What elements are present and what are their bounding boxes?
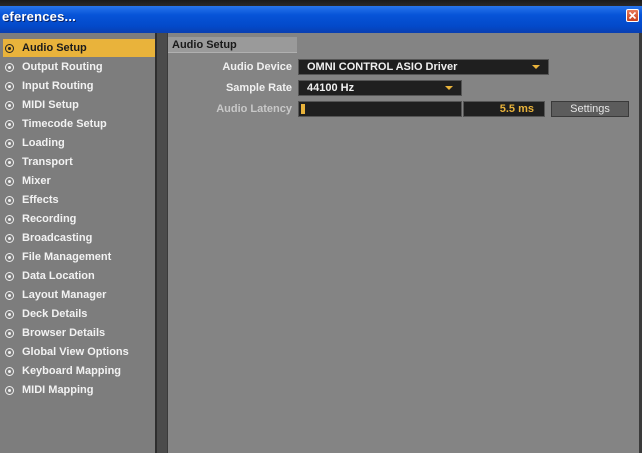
sidebar-item-label: Timecode Setup xyxy=(22,118,107,130)
sidebar-item-input-routing[interactable]: Input Routing xyxy=(0,77,155,95)
sidebar-item-layout-manager[interactable]: Layout Manager xyxy=(0,286,155,304)
audio-device-value: OMNI CONTROL ASIO Driver xyxy=(307,61,458,73)
sidebar-item-keyboard-mapping[interactable]: Keyboard Mapping xyxy=(0,362,155,380)
sidebar-item-label: MIDI Setup xyxy=(22,99,79,111)
bullet-dot xyxy=(8,331,11,335)
radio-bullet-icon xyxy=(5,233,14,243)
radio-bullet-icon xyxy=(5,176,14,186)
sidebar-item-deck-details[interactable]: Deck Details xyxy=(0,305,155,323)
sidebar-item-mixer[interactable]: Mixer xyxy=(0,172,155,190)
radio-bullet-icon xyxy=(5,195,14,205)
audio-latency-label: Audio Latency xyxy=(216,103,292,115)
sidebar-item-effects[interactable]: Effects xyxy=(0,191,155,209)
sidebar-item-label: Global View Options xyxy=(22,346,129,358)
bullet-dot xyxy=(8,198,11,202)
sidebar-item-file-management[interactable]: File Management xyxy=(0,248,155,266)
sidebar-item-midi-setup[interactable]: MIDI Setup xyxy=(0,96,155,114)
chevron-down-icon xyxy=(532,65,540,69)
title-bar[interactable]: eferences... xyxy=(0,0,642,33)
sidebar-item-label: Transport xyxy=(22,156,73,168)
bullet-dot xyxy=(8,141,11,145)
sidebar-item-label: Mixer xyxy=(22,175,51,187)
sidebar-item-label: Layout Manager xyxy=(22,289,107,301)
chevron-down-icon xyxy=(445,86,453,90)
bullet-dot xyxy=(8,369,11,373)
sidebar-item-label: Broadcasting xyxy=(22,232,93,244)
radio-bullet-icon xyxy=(5,138,14,148)
radio-bullet-icon xyxy=(5,62,14,72)
window-title: eferences... xyxy=(2,9,76,24)
audio-latency-level xyxy=(301,104,305,114)
bullet-dot xyxy=(8,217,11,221)
close-button[interactable] xyxy=(626,9,639,22)
latency-settings-button[interactable]: Settings xyxy=(551,101,629,117)
sidebar-item-label: Recording xyxy=(22,213,77,225)
sidebar-item-label: File Management xyxy=(22,251,112,263)
bullet-dot xyxy=(8,274,11,278)
preferences-window: eferences... Audio Setup Output Routing In… xyxy=(0,0,642,453)
bullet-dot xyxy=(8,236,11,240)
sidebar-item-audio-setup[interactable]: Audio Setup xyxy=(3,39,155,57)
radio-bullet-icon xyxy=(5,119,14,129)
bullet-dot xyxy=(8,46,11,50)
audio-latency-slider[interactable] xyxy=(298,101,462,117)
bullet-dot xyxy=(8,122,11,126)
sidebar-item-label: Output Routing xyxy=(22,61,103,73)
sidebar-item-label: Data Location xyxy=(22,270,95,282)
radio-bullet-icon xyxy=(5,347,14,357)
radio-bullet-icon xyxy=(5,100,14,110)
radio-bullet-icon xyxy=(5,385,14,395)
bullet-dot xyxy=(8,65,11,69)
sidebar-divider xyxy=(157,33,167,453)
preferences-sidebar: Audio Setup Output Routing Input Routing MI… xyxy=(0,33,157,453)
bullet-dot xyxy=(8,312,11,316)
radio-bullet-icon xyxy=(5,43,14,53)
sample-rate-value: 44100 Hz xyxy=(307,82,355,94)
radio-bullet-icon xyxy=(5,81,14,91)
title-bar-top-edge xyxy=(0,0,642,6)
sidebar-item-recording[interactable]: Recording xyxy=(0,210,155,228)
sidebar-item-loading[interactable]: Loading xyxy=(0,134,155,152)
sidebar-item-label: Deck Details xyxy=(22,308,88,320)
sidebar-item-label: Loading xyxy=(22,137,65,149)
close-icon xyxy=(628,11,637,20)
radio-bullet-icon xyxy=(5,366,14,376)
sidebar-item-label: Audio Setup xyxy=(22,42,87,54)
sidebar-item-browser-details[interactable]: Browser Details xyxy=(0,324,155,342)
sidebar-item-broadcasting[interactable]: Broadcasting xyxy=(0,229,155,247)
audio-latency-value: 5.5 ms xyxy=(463,101,545,117)
audio-device-label: Audio Device xyxy=(222,61,292,73)
radio-bullet-icon xyxy=(5,271,14,281)
bullet-dot xyxy=(8,293,11,297)
sidebar-item-label: Effects xyxy=(22,194,59,206)
radio-bullet-icon xyxy=(5,328,14,338)
radio-bullet-icon xyxy=(5,214,14,224)
radio-bullet-icon xyxy=(5,157,14,167)
radio-bullet-icon xyxy=(5,290,14,300)
bullet-dot xyxy=(8,388,11,392)
sidebar-item-transport[interactable]: Transport xyxy=(0,153,155,171)
radio-bullet-icon xyxy=(5,309,14,319)
sample-rate-dropdown[interactable]: 44100 Hz xyxy=(298,80,462,96)
sidebar-item-timecode-setup[interactable]: Timecode Setup xyxy=(0,115,155,133)
bullet-dot xyxy=(8,160,11,164)
bullet-dot xyxy=(8,255,11,259)
sidebar-item-output-routing[interactable]: Output Routing xyxy=(0,58,155,76)
sidebar-item-data-location[interactable]: Data Location xyxy=(0,267,155,285)
bullet-dot xyxy=(8,84,11,88)
sidebar-item-label: Keyboard Mapping xyxy=(22,365,122,377)
bullet-dot xyxy=(8,179,11,183)
sidebar-item-label: MIDI Mapping xyxy=(22,384,94,396)
audio-device-dropdown[interactable]: OMNI CONTROL ASIO Driver xyxy=(298,59,549,75)
audio-setup-panel: Audio Setup Audio Device OMNI CONTROL AS… xyxy=(167,33,639,453)
sample-rate-label: Sample Rate xyxy=(225,82,292,94)
bullet-dot xyxy=(8,103,11,107)
radio-bullet-icon xyxy=(5,252,14,262)
sidebar-item-global-view-options[interactable]: Global View Options xyxy=(0,343,155,361)
sidebar-item-label: Browser Details xyxy=(22,327,106,339)
section-title: Audio Setup xyxy=(168,37,297,53)
sidebar-item-midi-mapping[interactable]: MIDI Mapping xyxy=(0,381,155,399)
bullet-dot xyxy=(8,350,11,354)
sidebar-item-label: Input Routing xyxy=(22,80,94,92)
